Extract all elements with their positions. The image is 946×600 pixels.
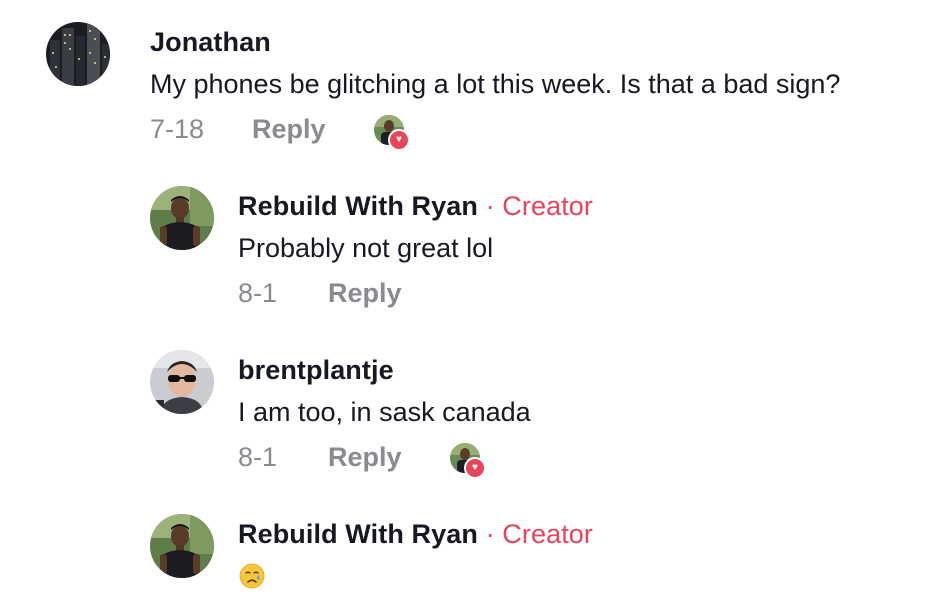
avatar-rebuild-with-ryan[interactable] — [150, 186, 214, 250]
author-name-link[interactable]: Rebuild With Ryan — [238, 191, 478, 221]
author-name-link[interactable]: Rebuild With Ryan — [238, 519, 478, 549]
heart-icon: ♥ — [464, 457, 486, 479]
crying-face-emoji-icon — [239, 563, 265, 589]
liked-by-creator-indicator: ♥ — [450, 443, 486, 479]
comment-text: I am too, in sask canada — [238, 397, 531, 427]
avatar-brentplantje[interactable] — [150, 350, 214, 414]
city-night-avatar-image — [46, 22, 110, 86]
creator-badge: Creator — [502, 519, 594, 549]
comment-date: 8-1 — [238, 442, 278, 472]
comment-text: Probably not great lol — [238, 233, 494, 263]
comment-date: 7-18 — [150, 114, 205, 144]
avatar-rebuild-with-ryan[interactable] — [150, 514, 214, 578]
creator-avatar-image — [150, 514, 214, 578]
badge-separator: · — [485, 191, 495, 221]
creator-avatar-image — [150, 186, 214, 250]
comment-text: My phones be glitching a lot this week. … — [150, 69, 841, 99]
badge-separator: · — [485, 519, 495, 549]
comment-author-name: Rebuild With Ryan · Creator — [238, 191, 593, 222]
comment-author-name: Rebuild With Ryan · Creator — [238, 519, 593, 550]
reply-button[interactable]: Reply — [252, 114, 326, 145]
sunglasses-avatar-image — [150, 350, 214, 414]
heart-icon: ♥ — [388, 129, 410, 151]
reply-button[interactable]: Reply — [328, 442, 402, 473]
comment-author-name[interactable]: Jonathan — [150, 27, 271, 58]
comment-author-name[interactable]: brentplantje — [238, 355, 394, 386]
reply-button[interactable]: Reply — [328, 278, 402, 309]
avatar-jonathan[interactable] — [46, 22, 110, 86]
liked-by-creator-indicator: ♥ — [374, 115, 410, 151]
creator-badge: Creator — [502, 191, 594, 221]
comment-date: 8-1 — [238, 278, 278, 308]
